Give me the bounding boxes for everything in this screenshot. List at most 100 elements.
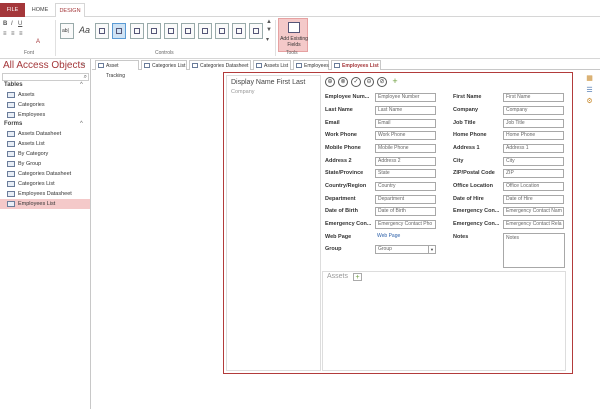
- emergency-contact-phone-field[interactable]: Emergency Contact Pho: [375, 220, 436, 229]
- doc-tab-categories-list[interactable]: Categories List: [141, 60, 187, 70]
- tab-order-icon[interactable]: ⚙: [585, 97, 594, 106]
- nav-item-by-group[interactable]: By Group: [0, 159, 90, 169]
- nav-collapse-icon[interactable]: «: [82, 62, 85, 68]
- group-combo-box[interactable]: Group ▼: [375, 245, 436, 254]
- textbox-control-button[interactable]: ab|: [60, 23, 74, 39]
- country-field[interactable]: Country: [375, 182, 436, 191]
- nav-section-tables[interactable]: Tables ^: [4, 82, 83, 88]
- zip-field[interactable]: ZIP: [503, 169, 564, 178]
- group-value: Group: [378, 246, 392, 252]
- line-control-button[interactable]: [249, 23, 263, 39]
- gallery-scroll-down-icon[interactable]: ▼: [266, 27, 272, 33]
- nav-item-employees-datasheet[interactable]: Employees Datasheet: [0, 189, 90, 199]
- add-asset-button[interactable]: +: [353, 273, 362, 281]
- italic-button[interactable]: I: [11, 21, 13, 27]
- field-label: City: [453, 158, 464, 164]
- tab-file[interactable]: FILE: [0, 3, 25, 17]
- form-icon: [7, 161, 15, 167]
- field-label: Employee Num...: [325, 94, 370, 100]
- nav-item-by-category[interactable]: By Category: [0, 149, 90, 159]
- notes-field[interactable]: Notes: [503, 233, 565, 268]
- emergency-contact-name-field[interactable]: Emergency Contact Nam: [503, 207, 564, 216]
- nav-section-forms[interactable]: Forms ^: [4, 121, 83, 127]
- company-subtitle[interactable]: Company: [231, 89, 255, 95]
- emergency-contact-relationship-field[interactable]: Emergency Contact Rela: [503, 220, 564, 229]
- nav-item-employees[interactable]: Employees: [0, 110, 90, 120]
- date-of-birth-field[interactable]: Date of Birth: [375, 207, 436, 216]
- web-browser-control-button[interactable]: [147, 23, 161, 39]
- delete-record-button[interactable]: ⊗: [338, 77, 348, 87]
- date-of-hire-field[interactable]: Date of Hire: [503, 195, 564, 204]
- company-field[interactable]: Company: [503, 106, 564, 115]
- label-control-button[interactable]: Aa: [78, 23, 92, 39]
- navigation-control-button[interactable]: [164, 23, 178, 39]
- align-center-icon[interactable]: ≡: [11, 31, 15, 37]
- nav-item-assets-datasheet[interactable]: Assets Datasheet: [0, 129, 90, 139]
- search-icon: ⌕: [83, 74, 87, 80]
- save-close-button[interactable]: ⊖: [364, 77, 374, 87]
- field-label: Home Phone: [453, 132, 487, 138]
- doc-tab-employees[interactable]: Employees: [293, 60, 329, 70]
- align-right-icon[interactable]: ≡: [19, 31, 23, 37]
- tools-group-label: Tools: [286, 50, 298, 56]
- gallery-more-icon[interactable]: ▾: [266, 36, 269, 43]
- department-field[interactable]: Department: [375, 195, 436, 204]
- first-name-field[interactable]: First Name: [503, 93, 564, 102]
- add-existing-fields-button[interactable]: Add Existing Fields: [278, 18, 308, 52]
- chevron-up-icon[interactable]: ^: [80, 82, 83, 88]
- office-location-field[interactable]: Office Location: [503, 182, 564, 191]
- last-name-field[interactable]: Last Name: [375, 106, 436, 115]
- nav-item-categories-list[interactable]: Categories List: [0, 179, 90, 189]
- state-field[interactable]: State: [375, 169, 436, 178]
- job-title-field[interactable]: Job Title: [503, 119, 564, 128]
- tab-control-button[interactable]: [112, 23, 126, 39]
- field-label: Country/Region: [325, 183, 367, 189]
- chevron-down-icon[interactable]: ▼: [428, 246, 435, 253]
- hyperlink-control-button[interactable]: [130, 23, 144, 39]
- property-sheet-icon[interactable]: ▦: [585, 74, 594, 83]
- work-phone-field[interactable]: Work Phone: [375, 131, 436, 140]
- tab-home[interactable]: HOME: [27, 3, 53, 17]
- web-page-link[interactable]: Web Page: [375, 233, 436, 242]
- option-group-button[interactable]: [181, 23, 195, 39]
- font-color-button[interactable]: A: [36, 39, 40, 45]
- nav-item-categories-datasheet[interactable]: Categories Datasheet: [0, 169, 90, 179]
- email-field[interactable]: Email: [375, 119, 436, 128]
- nav-search-input[interactable]: ⌕: [2, 73, 89, 81]
- nav-item-assets-list[interactable]: Assets List: [0, 139, 90, 149]
- city-field[interactable]: City: [503, 157, 564, 166]
- align-left-icon[interactable]: ≡: [3, 31, 7, 37]
- page-break-icon: [202, 28, 208, 34]
- close-form-button[interactable]: ⊘: [377, 77, 387, 87]
- underline-button[interactable]: U: [18, 21, 22, 27]
- insert-page-break-button[interactable]: [198, 23, 212, 39]
- nav-item-employees-list[interactable]: Employees List: [0, 199, 90, 209]
- doc-tab-label: Assets List: [264, 63, 289, 69]
- nav-item-assets[interactable]: Assets: [0, 90, 90, 100]
- button-control-button[interactable]: [95, 23, 109, 39]
- address-1-field[interactable]: Address 1: [503, 144, 564, 153]
- employee-number-field[interactable]: Employee Number: [375, 93, 436, 102]
- tab-design[interactable]: DESIGN: [55, 3, 85, 18]
- doc-tab-categories-datasheet[interactable]: Categories Datasheet: [189, 60, 251, 70]
- add-action-icon[interactable]: +: [390, 77, 400, 87]
- new-record-button[interactable]: ⊕: [325, 77, 335, 87]
- chevron-up-icon[interactable]: ^: [80, 121, 83, 127]
- gallery-scroll-up-icon[interactable]: ▲: [266, 19, 272, 25]
- field-label: Mobile Phone: [325, 145, 361, 151]
- home-phone-field[interactable]: Home Phone: [503, 131, 564, 140]
- address-2-field[interactable]: Address 2: [375, 157, 436, 166]
- display-name-field[interactable]: Display Name First Last: [231, 79, 305, 86]
- chart-control-button[interactable]: [232, 23, 246, 39]
- nav-pane-title[interactable]: All Access Objects: [3, 60, 85, 71]
- doc-tab-assets-list[interactable]: Assets List: [253, 60, 291, 70]
- nav-item-categories[interactable]: Categories: [0, 100, 90, 110]
- field-label: ZIP/Postal Code: [453, 170, 495, 176]
- doc-tab-asset-tracking[interactable]: Asset Tracking: [95, 60, 139, 79]
- field-list-icon[interactable]: ☰: [585, 86, 594, 95]
- combo-box-control-button[interactable]: [215, 23, 229, 39]
- save-record-button[interactable]: ✓: [351, 77, 361, 87]
- doc-tab-employees-list[interactable]: Employees List: [331, 60, 381, 70]
- mobile-phone-field[interactable]: Mobile Phone: [375, 144, 436, 153]
- bold-button[interactable]: B: [3, 21, 7, 27]
